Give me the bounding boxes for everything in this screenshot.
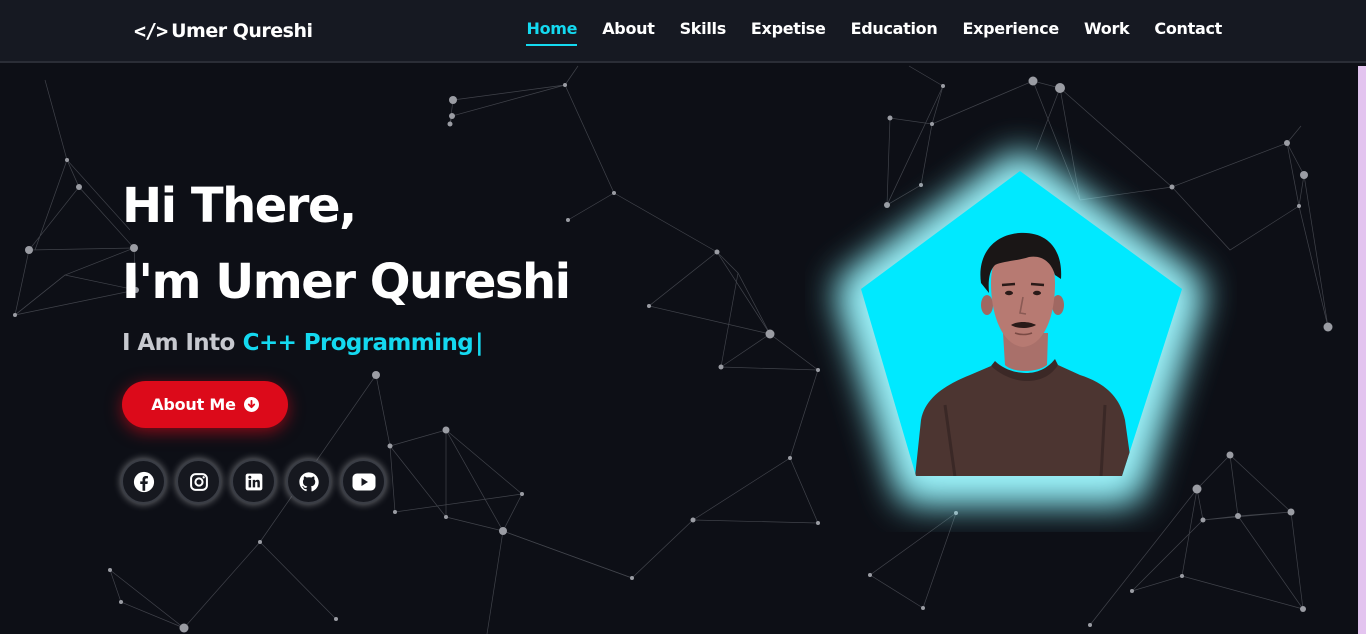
- hero-name: I'm Umer Qureshi: [122, 254, 571, 310]
- instagram-link[interactable]: [176, 459, 221, 504]
- nav-item-contact: Contact: [1154, 19, 1222, 46]
- nav-link-home[interactable]: Home: [526, 19, 578, 46]
- arrow-down-circle-icon: [243, 397, 259, 412]
- hero-section: Hi There, I'm Umer Qureshi I Am Into C++…: [122, 168, 571, 356]
- hero-greeting: Hi There,: [122, 178, 357, 234]
- nav-item-experience: Experience: [962, 19, 1059, 46]
- nav-link-work[interactable]: Work: [1084, 19, 1130, 44]
- hero-heading: Hi There, I'm Umer Qureshi: [122, 168, 571, 320]
- code-icon: </>: [134, 19, 168, 43]
- navbar: </> Umer Qureshi Home About Skills Expet…: [0, 0, 1366, 63]
- nav-link-expertise[interactable]: Expetise: [751, 19, 826, 44]
- profile-pentagon: [835, 151, 1205, 503]
- typing-cursor: |: [475, 330, 483, 356]
- logo-link[interactable]: </> Umer Qureshi: [134, 17, 313, 45]
- nav-item-education: Education: [851, 19, 938, 46]
- nav-link-experience[interactable]: Experience: [962, 19, 1059, 44]
- nav-links: Home About Skills Expetise Education Exp…: [526, 19, 1222, 46]
- nav-item-expertise: Expetise: [751, 19, 826, 46]
- scrollbar-track[interactable]: [1358, 66, 1366, 634]
- github-icon: [298, 471, 319, 491]
- nav-link-about[interactable]: About: [602, 19, 655, 44]
- nav-item-about: About: [602, 19, 655, 46]
- social-links: [121, 459, 386, 504]
- nav-item-skills: Skills: [680, 19, 727, 46]
- typing-prefix: I Am Into: [122, 330, 235, 356]
- typing-text: I Am Into C++ Programming |: [122, 330, 570, 356]
- github-link[interactable]: [286, 459, 331, 504]
- nav-item-home: Home: [526, 19, 578, 46]
- nav-item-work: Work: [1084, 19, 1130, 46]
- youtube-icon: [352, 473, 375, 490]
- profile-image-frame: [805, 115, 1237, 532]
- logo-text: Umer Qureshi: [171, 20, 313, 42]
- facebook-icon: [133, 471, 154, 492]
- linkedin-icon: [245, 473, 262, 490]
- typing-word: C++ Programming: [242, 330, 474, 356]
- instagram-icon: [189, 472, 208, 491]
- nav-link-skills[interactable]: Skills: [680, 19, 727, 44]
- about-me-button[interactable]: About Me: [122, 381, 288, 428]
- nav-link-education[interactable]: Education: [851, 19, 938, 44]
- linkedin-link[interactable]: [231, 459, 276, 504]
- about-me-button-label: About Me: [151, 395, 236, 414]
- facebook-link[interactable]: [121, 459, 166, 504]
- youtube-link[interactable]: [341, 459, 386, 504]
- nav-link-contact[interactable]: Contact: [1154, 19, 1222, 44]
